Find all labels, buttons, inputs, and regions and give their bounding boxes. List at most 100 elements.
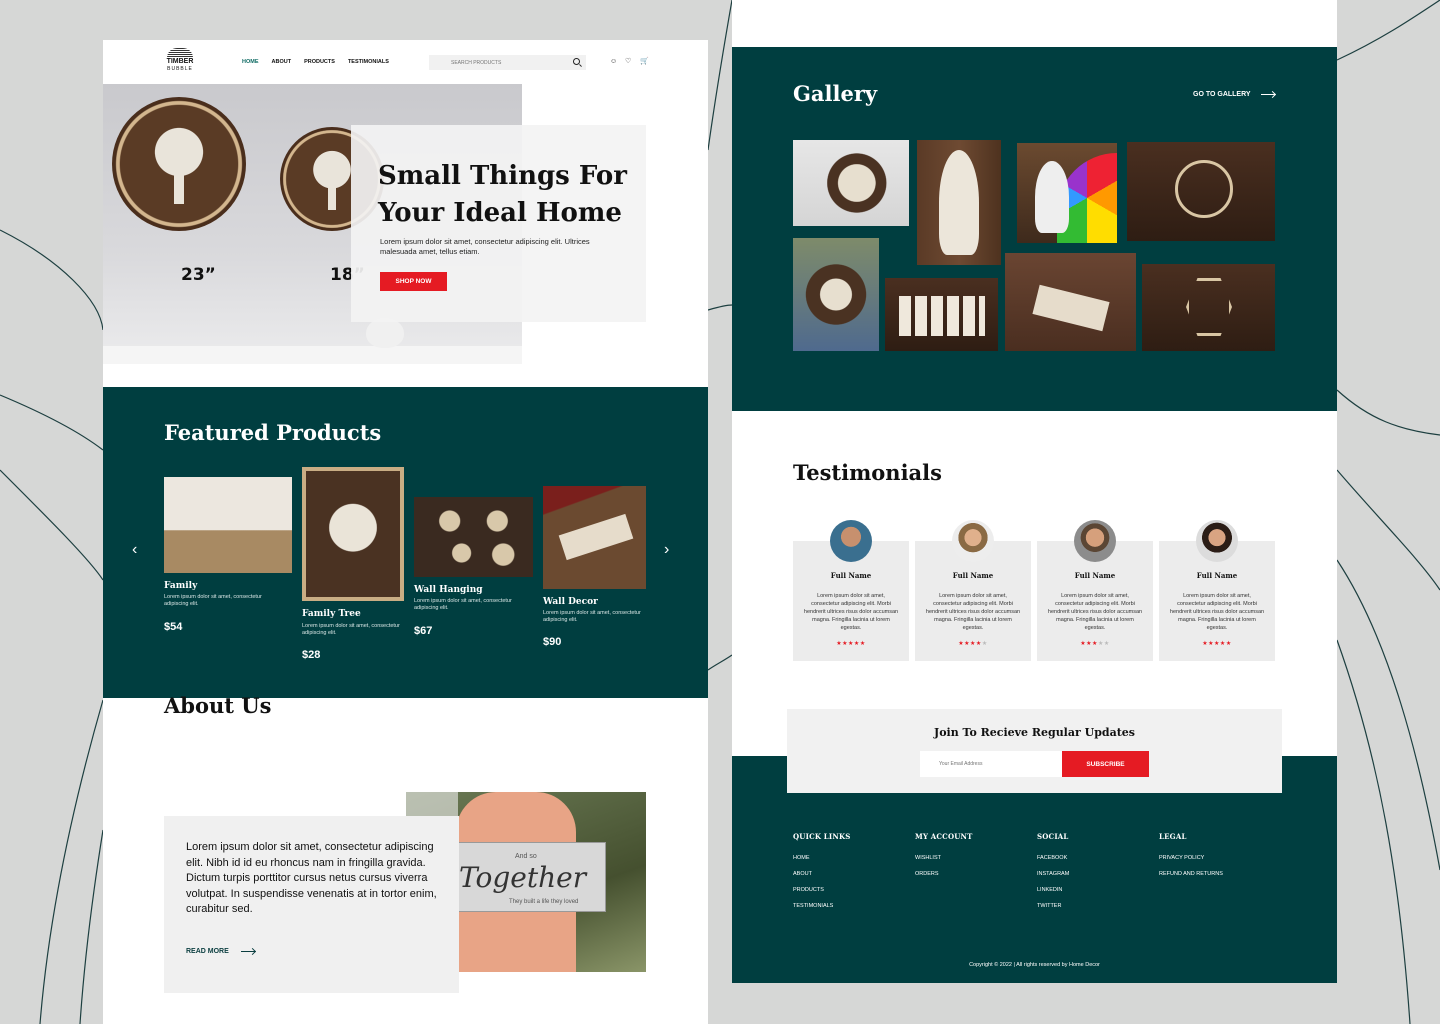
footer-link-orders[interactable]: ORDERS [915,871,973,877]
gallery-image-5[interactable] [793,238,879,351]
testimonial-name: Full Name [830,571,872,580]
featured-products-section: Featured Products ‹ › Family Lorem ipsum… [103,387,708,698]
star-rating: ★★★★★ [836,641,866,647]
footer-col-title: SOCIAL [1037,832,1069,841]
product-price: $28 [302,649,321,661]
size-label-large: 23” [181,265,216,285]
product-card-family[interactable]: Family Lorem ipsum dolor sit amet, conse… [164,477,292,637]
product-price: $67 [414,625,433,637]
footer-link-wishlist[interactable]: WISHLIST [915,855,973,861]
subscribe-button[interactable]: SUBSCRIBE [1062,751,1149,777]
footer-col-title: QUICK LINKS [793,832,851,841]
hero-card: Small Things For Your Ideal Home Lorem i… [351,125,646,322]
product-desc: Lorem ipsum dolor sit amet, consectetur … [302,623,400,636]
product-image [414,497,533,577]
about-card: Lorem ipsum dolor sit amet, consectetur … [164,816,459,993]
star-rating: ★★★★★ [958,641,988,647]
about-text: Lorem ipsum dolor sit amet, consectetur … [186,841,437,915]
user-icon[interactable]: ☺ [610,58,617,65]
product-card-wall-hanging[interactable]: Wall Hanging Lorem ipsum dolor sit amet,… [414,497,533,647]
product-card-wall-decor[interactable]: Wall Decor Lorem ipsum dolor sit amet, c… [543,486,646,656]
carousel-prev-icon[interactable]: ‹ [132,541,137,559]
homepage-left-panel: TIMBER BUBBLE HOME ABOUT PRODUCTS TESTIM… [103,40,708,1024]
gallery-image-7[interactable] [1005,253,1136,351]
footer-col-legal: LEGAL PRIVACY POLICY REFUND AND RETURNS [1159,832,1223,887]
logo[interactable]: TIMBER BUBBLE [164,48,196,78]
nav-products[interactable]: PRODUCTS [304,59,335,65]
testimonial-text: Lorem ipsum dolor sit amet, consectetur … [803,593,899,631]
hero-text: Lorem ipsum dolor sit amet, consectetur … [380,237,590,256]
star-rating: ★★★★★ [1202,641,1232,647]
testimonial-text: Lorem ipsum dolor sit amet, consectetur … [1047,593,1143,631]
logo-text-line2: BUBBLE [167,66,193,72]
footer-link-facebook[interactable]: FACEBOOK [1037,855,1069,861]
logo-mark-icon [167,48,193,58]
gallery-image-6[interactable] [885,278,998,351]
avatar [952,520,994,562]
avatar [830,520,872,562]
footer-link-instagram[interactable]: INSTAGRAM [1037,871,1069,877]
sign-caption-text: They built a life they loved [509,899,579,905]
header-icons: ☺ ♡ 🛒 [610,58,649,65]
footer-col-quick-links: QUICK LINKS HOME ABOUT PRODUCTS TESTIMON… [793,832,851,919]
search-bar [429,55,586,70]
footer-link-privacy-policy[interactable]: PRIVACY POLICY [1159,855,1223,861]
about-title: About Us [164,693,272,718]
product-name: Family [164,581,198,591]
gallery-image-3[interactable] [1017,143,1117,243]
testimonial-text: Lorem ipsum dolor sit amet, consectetur … [925,593,1021,631]
search-icon[interactable] [573,58,580,65]
carousel-next-icon[interactable]: › [664,541,669,559]
gallery-image-1[interactable] [793,140,909,226]
product-card-family-tree[interactable]: Family Tree Lorem ipsum dolor sit amet, … [302,467,404,667]
hero-shelf [103,346,522,364]
nav-testimonials[interactable]: TESTIMONIALS [348,59,389,65]
heart-icon[interactable]: ♡ [625,58,632,65]
sign-small-text: And so [515,853,537,860]
testimonial-text: Lorem ipsum dolor sit amet, consectetur … [1169,593,1265,631]
footer-link-testimonials[interactable]: TESTIMONIALS [793,903,851,909]
go-to-gallery-link[interactable]: GO TO GALLERY [1193,91,1275,98]
hero-title: Small Things For Your Ideal Home [378,161,627,228]
sign-big-text: Together [459,861,587,894]
nav-about[interactable]: ABOUT [272,59,292,65]
product-image [543,486,646,589]
product-name: Family Tree [302,609,361,619]
cart-icon[interactable]: 🛒 [640,58,649,65]
footer-link-linkedin[interactable]: LINKEDIN [1037,887,1069,893]
main-nav: HOME ABOUT PRODUCTS TESTIMONIALS [242,59,389,65]
testimonial-name: Full Name [1074,571,1116,580]
gallery-image-2[interactable] [917,140,1001,265]
email-field[interactable] [920,751,1062,777]
gallery-section: Gallery GO TO GALLERY [732,47,1337,411]
product-price: $54 [164,621,183,633]
footer-link-home[interactable]: HOME [793,855,851,861]
nav-home[interactable]: HOME [242,59,259,65]
shop-now-button[interactable]: SHOP NOW [380,272,447,291]
footer-link-about[interactable]: ABOUT [793,871,851,877]
gallery-image-8[interactable] [1142,264,1275,351]
footer-col-title: MY ACCOUNT [915,832,973,841]
product-name: Wall Hanging [414,585,483,595]
hero-vase [366,318,404,348]
gallery-title: Gallery [793,81,878,106]
testimonial-name: Full Name [952,571,994,580]
read-more-label: READ MORE [186,948,229,955]
together-sign: And so Together They built a life they l… [446,842,606,912]
arrow-right-icon [240,951,255,952]
product-image [302,467,404,601]
footer-col-my-account: MY ACCOUNT WISHLIST ORDERS [915,832,973,887]
product-desc: Lorem ipsum dolor sit amet, consectetur … [164,594,262,607]
gallery-image-4[interactable] [1127,142,1275,241]
newsletter-box: Join To Recieve Regular Updates SUBSCRIB… [787,709,1282,793]
product-desc: Lorem ipsum dolor sit amet, consectetur … [414,598,512,611]
footer-link-products[interactable]: PRODUCTS [793,887,851,893]
footer-link-refund-returns[interactable]: REFUND AND RETURNS [1159,871,1223,877]
product-image [164,477,292,573]
logo-text-line1: TIMBER [166,58,194,65]
footer-link-twitter[interactable]: TWITTER [1037,903,1069,909]
avatar [1196,520,1238,562]
search-input[interactable] [451,59,561,66]
read-more-link[interactable]: READ MORE [186,948,255,955]
star-rating: ★★★★★ [1080,641,1110,647]
